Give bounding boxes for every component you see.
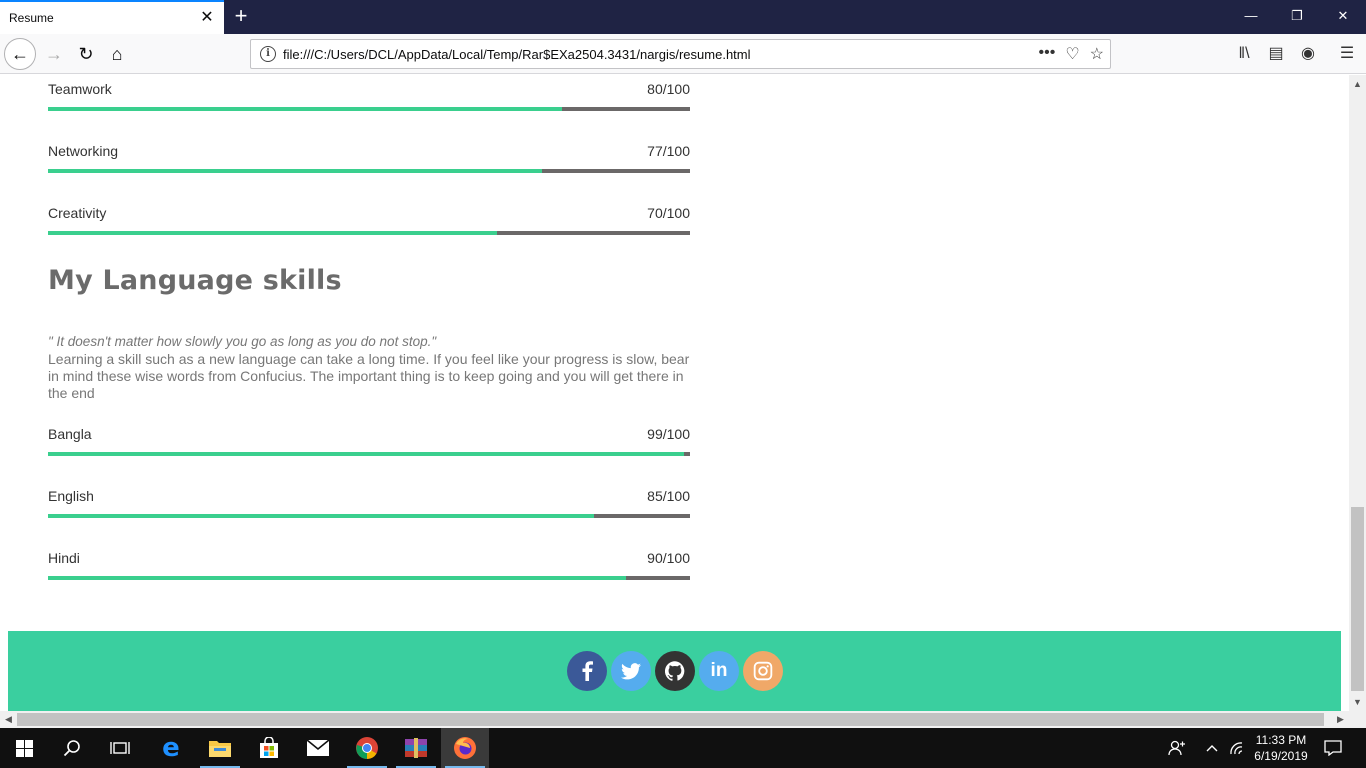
account-icon[interactable]: ◉: [1298, 45, 1318, 63]
winrar-icon[interactable]: [392, 728, 440, 768]
skill-name: Teamwork: [48, 81, 112, 97]
section-title: My Language skills: [48, 265, 342, 296]
skill-score: 77/100: [647, 143, 690, 159]
browser-tab[interactable]: Resume ✕: [0, 0, 224, 34]
scroll-down-icon[interactable]: ▼: [1349, 697, 1366, 707]
instagram-icon[interactable]: [743, 651, 783, 691]
close-tab-icon[interactable]: ✕: [198, 9, 216, 27]
progress-bar: [48, 231, 690, 235]
language-name: Hindi: [48, 550, 80, 566]
action-center-icon[interactable]: [1320, 728, 1346, 768]
progress-bar: [48, 452, 690, 456]
back-icon[interactable]: ←: [4, 38, 36, 70]
minimize-icon[interactable]: —: [1228, 0, 1274, 32]
firefox-icon[interactable]: [441, 728, 489, 768]
skill-teamwork: Teamwork 80/100: [48, 75, 690, 111]
scroll-right-icon[interactable]: ▶: [1332, 714, 1349, 725]
browser-toolbar: ← → ↻ ⌂ i file:///C:/Users/DCL/AppData/L…: [0, 34, 1366, 74]
restore-icon[interactable]: ❐: [1274, 0, 1320, 32]
taskbar-clock[interactable]: 11:33 PM 6/19/2019: [1244, 732, 1318, 764]
store-icon[interactable]: [245, 728, 293, 768]
page-viewport: Teamwork 80/100 Networking 77/100 Creati…: [0, 75, 1349, 711]
skill-name: Networking: [48, 143, 119, 159]
vertical-scroll-thumb[interactable]: [1351, 507, 1364, 691]
file-explorer-icon[interactable]: [196, 728, 244, 768]
language-hindi: Hindi 90/100: [48, 544, 690, 580]
horizontal-scroll-thumb[interactable]: [17, 713, 1324, 726]
sidebar-icon[interactable]: ▤: [1266, 45, 1286, 63]
skill-name: Creativity: [48, 205, 107, 221]
pocket-icon[interactable]: ♡: [1065, 44, 1079, 64]
skill-score: 70/100: [647, 205, 690, 221]
progress-fill: [48, 169, 543, 173]
library-icon[interactable]: ‖\: [1234, 45, 1254, 63]
skill-score: 80/100: [647, 81, 690, 97]
progress-fill: [48, 576, 626, 580]
search-icon[interactable]: [48, 728, 96, 768]
site-info-icon[interactable]: i: [260, 46, 276, 62]
vertical-scrollbar[interactable]: ▲ ▼: [1349, 75, 1366, 711]
language-bangla: Bangla 99/100: [48, 420, 690, 456]
url-bar[interactable]: i file:///C:/Users/DCL/AppData/Local/Tem…: [250, 39, 1111, 69]
menu-icon[interactable]: ☰: [1337, 45, 1357, 63]
close-window-icon[interactable]: ✕: [1320, 0, 1366, 32]
windows-start-icon[interactable]: [0, 728, 48, 768]
mail-icon[interactable]: [294, 728, 342, 768]
progress-fill: [48, 514, 594, 518]
progress-bar: [48, 576, 690, 580]
skill-networking: Networking 77/100: [48, 137, 690, 173]
scroll-left-icon[interactable]: ◀: [0, 714, 17, 725]
twitter-icon[interactable]: [611, 651, 651, 691]
language-name: Bangla: [48, 426, 92, 442]
progress-fill: [48, 107, 562, 111]
chevron-up-icon[interactable]: [1200, 728, 1224, 768]
edge-icon[interactable]: e: [147, 728, 195, 768]
windows-taskbar: e 11:33 PM 6/19/2019: [0, 728, 1366, 768]
browser-titlebar: Resume ✕ + — ❐ ✕: [0, 0, 1366, 34]
page-footer: in: [8, 631, 1341, 711]
bookmark-star-icon[interactable]: ☆: [1090, 44, 1104, 64]
progress-bar: [48, 169, 690, 173]
new-tab-icon[interactable]: +: [230, 4, 252, 28]
people-icon[interactable]: [1160, 728, 1194, 768]
progress-bar: [48, 514, 690, 518]
progress-fill: [48, 452, 684, 456]
page-actions-icon[interactable]: •••: [1039, 44, 1056, 64]
skill-creativity: Creativity 70/100: [48, 199, 690, 235]
linkedin-icon[interactable]: in: [699, 651, 739, 691]
language-score: 99/100: [647, 426, 690, 442]
scroll-up-icon[interactable]: ▲: [1349, 79, 1366, 89]
horizontal-scrollbar[interactable]: ◀ ▶: [0, 711, 1349, 728]
clock-time: 11:33 PM: [1255, 733, 1307, 747]
language-name: English: [48, 488, 94, 504]
progress-bar: [48, 107, 690, 111]
home-icon[interactable]: ⌂: [101, 38, 133, 70]
language-english: English 85/100: [48, 482, 690, 518]
language-description: Learning a skill such as a new language …: [48, 351, 690, 401]
chrome-icon[interactable]: [343, 728, 391, 768]
reload-icon[interactable]: ↻: [70, 38, 102, 70]
quote-text: " It doesn't matter how slowly you go as…: [48, 334, 437, 349]
language-score: 90/100: [647, 550, 690, 566]
forward-icon[interactable]: →: [38, 38, 70, 70]
url-text[interactable]: file:///C:/Users/DCL/AppData/Local/Temp/…: [283, 47, 751, 62]
task-view-icon[interactable]: [96, 728, 144, 768]
progress-fill: [48, 231, 498, 235]
scrollbar-corner: [1349, 711, 1366, 728]
language-score: 85/100: [647, 488, 690, 504]
github-icon[interactable]: [655, 651, 695, 691]
tab-title: Resume: [9, 11, 54, 25]
facebook-icon[interactable]: [567, 651, 607, 691]
clock-date: 6/19/2019: [1254, 749, 1308, 763]
